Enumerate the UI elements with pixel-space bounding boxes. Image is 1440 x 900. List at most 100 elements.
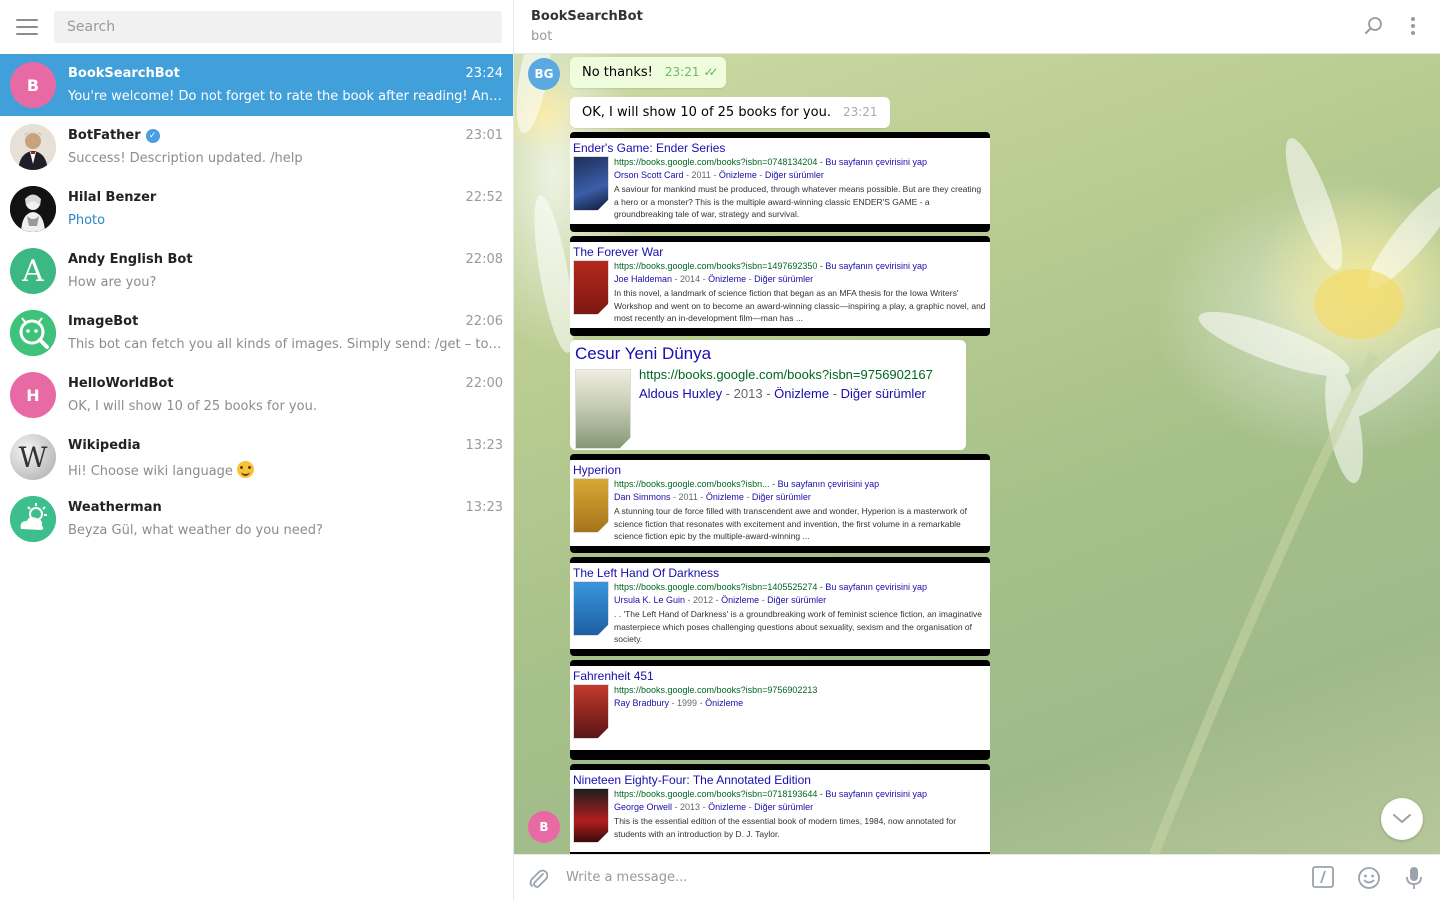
bot-avatar[interactable]: B [528,811,560,843]
hamburger-menu-icon[interactable] [16,19,38,35]
chat-time: 22:06 [465,314,503,329]
preview-link[interactable]: Önizleme [774,386,829,401]
more-vertical-icon[interactable] [1410,16,1416,36]
translate-link[interactable]: Bu sayfanın çevirisini yap [825,261,927,271]
book-cover-image [573,788,609,843]
book-result-card[interactable]: The Forever War https://books.google.com… [570,236,990,336]
other-editions-link[interactable]: Diğer sürümler [752,492,811,502]
avatar [10,310,56,356]
book-title[interactable]: Ender's Game: Ender Series [573,141,987,155]
avatar [10,124,56,170]
chat-preview: This bot can fetch you all kinds of imag… [68,336,503,352]
book-url[interactable]: https://books.google.com/books?isbn=1405… [614,582,817,592]
book-author[interactable]: Ray Bradbury [614,698,669,708]
book-cover-image [573,684,609,739]
chat-time: 22:52 [465,190,503,205]
chat-item-weatherman[interactable]: Weatherman 13:23 Beyza Gül, what weather… [0,488,513,550]
chat-item-wikipedia[interactable]: W Wikipedia 13:23 Hi! Choose wiki langua… [0,426,513,488]
book-url[interactable]: https://books.google.com/books?isbn=9756… [639,367,933,382]
book-author[interactable]: Joe Haldeman [614,274,672,284]
book-result-card[interactable]: Nineteen Eighty-Four: The Annotated Edit… [570,764,990,854]
chat-item-hilal-benzer[interactable]: Hilal Benzer 22:52 Photo [0,178,513,240]
weather-cloud-sun-icon [10,496,56,542]
search-input[interactable] [67,19,502,35]
emoji-icon[interactable] [1357,866,1381,890]
book-result-card[interactable]: Ender's Game: Ender Series https://books… [570,132,990,232]
book-author[interactable]: Aldous Huxley [639,386,722,401]
peer-status: bot [531,29,553,44]
book-url[interactable]: https://books.google.com/books?isbn=0718… [614,789,817,799]
chat-time: 22:08 [465,252,503,267]
read-checks-icon: ✓✓ [703,65,718,79]
book-url[interactable]: https://books.google.com/books?isbn... [614,479,770,489]
book-cover-image [575,369,631,449]
translate-link[interactable]: Bu sayfanın çevirisini yap [825,582,927,592]
peer-name[interactable]: BookSearchBot [531,9,1440,24]
book-result-card[interactable]: Cesur Yeni Dünya https://books.google.co… [570,340,966,450]
chat-preview: Beyza Gül, what weather do you need? [68,522,323,538]
book-url[interactable]: https://books.google.com/books?isbn=1497… [614,261,817,271]
book-result-card[interactable]: Fahrenheit 451 https://books.google.com/… [570,660,990,760]
book-result-card[interactable]: Hyperion https://books.google.com/books?… [570,454,990,553]
preview-link[interactable]: Önizleme [708,274,746,284]
book-result-card[interactable]: The Left Hand Of Darkness https://books.… [570,557,990,656]
book-title[interactable]: The Forever War [573,245,987,259]
preview-link[interactable]: Önizleme [706,492,744,502]
chat-item-andy-english-bot[interactable]: A Andy English Bot 22:08 How are you? [0,240,513,302]
bot-commands-icon[interactable] [1312,866,1334,888]
chat-time: 13:23 [465,500,503,515]
chat-item-imagebot[interactable]: ImageBot 22:06 This bot can fetch you al… [0,302,513,364]
other-editions-link[interactable]: Diğer sürümler [841,386,926,401]
translate-link[interactable]: Bu sayfanın çevirisini yap [778,479,880,489]
chat-name: Weatherman [68,500,162,515]
book-author[interactable]: Dan Simmons [614,492,671,502]
chat-item-botfather[interactable]: BotFather ✓ 23:01 Success! Description up… [0,116,513,178]
preview-link[interactable]: Önizleme [721,595,759,605]
message-area[interactable]: BG No thanks! 23:21 ✓✓ OK, I will show 10 … [514,54,1440,854]
book-title[interactable]: The Left Hand Of Darkness [573,566,987,580]
other-editions-link[interactable]: Diğer sürümler [754,802,813,812]
preview-link[interactable]: Önizleme [719,170,757,180]
book-author[interactable]: Orson Scott Card [614,170,684,180]
book-url[interactable]: https://books.google.com/books?isbn=9756… [614,685,817,695]
chat-panel: BookSearchBot bot BG No thanks! 23:21 ✓✓… [514,0,1440,900]
user-avatar[interactable]: BG [528,58,560,90]
chat-time: 23:01 [465,128,503,143]
book-author[interactable]: George Orwell [614,802,672,812]
imagebot-avatar-icon [10,310,56,356]
scroll-down-button[interactable] [1381,798,1423,840]
attach-paperclip-icon[interactable] [528,866,548,890]
book-cover-image [573,260,609,315]
book-author[interactable]: Ursula K. Le Guin [614,595,685,605]
preview-link[interactable]: Önizleme [705,698,743,708]
avatar: B [10,62,56,108]
preview-link[interactable]: Önizleme [708,802,746,812]
book-url[interactable]: https://books.google.com/books?isbn=0748… [614,157,817,167]
chat-name: ImageBot [68,314,139,329]
incoming-message: OK, I will show 10 of 25 books for you. 2… [570,97,890,128]
search-icon[interactable] [1364,16,1384,36]
wikipedia-globe-icon: W [10,434,56,480]
translate-link[interactable]: Bu sayfanın çevirisini yap [825,157,927,167]
avatar: H [10,372,56,418]
book-description: . . 'The Left Hand of Darkness' is a gro… [614,609,982,644]
translate-link[interactable]: Bu sayfanın çevirisini yap [825,789,927,799]
chat-item-helloworldbot[interactable]: H HelloWorldBot 22:00 OK, I will show 10… [0,364,513,426]
chat-preview: How are you? [68,274,157,290]
other-editions-link[interactable]: Diğer sürümler [754,274,813,284]
book-title[interactable]: Cesur Yeni Dünya [575,344,961,364]
chat-time: 13:23 [465,438,503,453]
book-title[interactable]: Nineteen Eighty-Four: The Annotated Edit… [573,773,987,787]
other-editions-link[interactable]: Diğer sürümler [767,595,826,605]
book-title[interactable]: Fahrenheit 451 [573,669,987,683]
microphone-icon[interactable] [1406,866,1422,890]
chat-item-booksearchbot[interactable]: B BookSearchBot 23:24 You're welcome! Do… [0,54,513,116]
chat-preview: You're welcome! Do not forget to rate th… [68,88,503,104]
book-description: A stunning tour de force filled with tra… [614,506,967,541]
avatar [10,186,56,232]
message-input[interactable] [566,870,1266,885]
book-title[interactable]: Hyperion [573,463,987,477]
book-cover-image [573,478,609,533]
search-box[interactable] [54,11,502,43]
other-editions-link[interactable]: Diğer sürümler [765,170,824,180]
